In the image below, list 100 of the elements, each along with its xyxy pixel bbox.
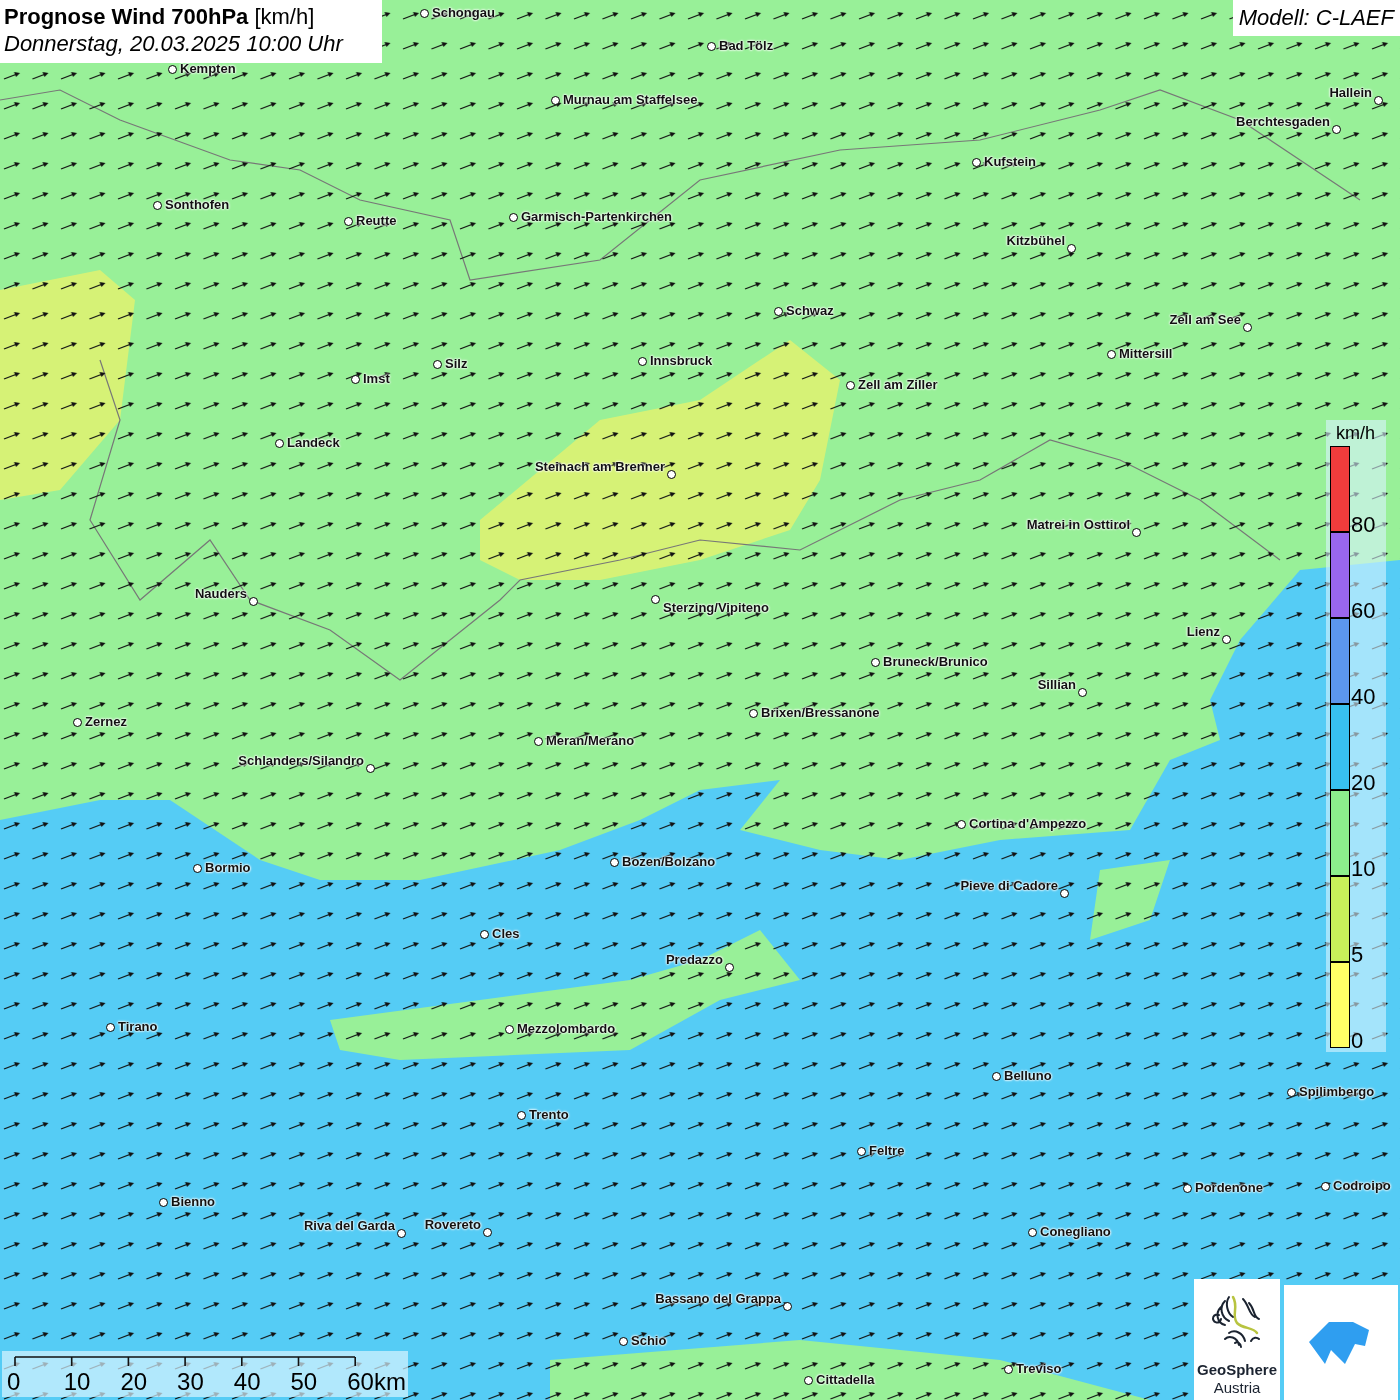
city-marker-icon <box>1003 1364 1013 1374</box>
city-label: Zell am Ziller <box>858 378 938 391</box>
city-marker-icon <box>609 857 619 867</box>
city-label: Nauders <box>194 587 247 600</box>
unit-label: [km/h] <box>253 4 315 29</box>
city-label: Treviso <box>1016 1362 1062 1375</box>
city-marker-icon <box>773 306 783 316</box>
city-marker-icon <box>419 8 429 18</box>
city-label: Kufstein <box>984 155 1036 168</box>
city-marker-icon <box>870 657 880 667</box>
city-label: Schio <box>631 1334 667 1347</box>
city-label: Reutte <box>356 214 397 227</box>
city-label: Bormio <box>205 861 251 874</box>
city-marker-icon <box>192 863 202 873</box>
city-marker-icon <box>1182 1183 1192 1193</box>
city-label: Mezzolombardo <box>517 1022 616 1035</box>
city-marker-icon <box>991 1071 1001 1081</box>
city-label: Zernez <box>85 715 127 728</box>
city-marker-icon <box>274 438 284 448</box>
city-marker-icon <box>72 717 82 727</box>
city-marker-icon <box>105 1022 115 1032</box>
city-label: Schongau <box>432 6 495 19</box>
city-marker-icon <box>432 359 442 369</box>
legend-value: 60 <box>1351 600 1376 622</box>
city-label: Belluno <box>1004 1069 1052 1082</box>
scale-label: 60km <box>347 1370 406 1394</box>
legend-value: 40 <box>1351 686 1376 708</box>
legend-unit: km/h <box>1335 422 1375 445</box>
city-label: Kitzbühel <box>1006 234 1065 247</box>
city-label: Silz <box>445 357 468 370</box>
map-title: Prognose Wind 700hPa <box>4 4 249 29</box>
city-marker-icon <box>637 356 647 366</box>
city-marker-icon <box>482 1227 492 1237</box>
city-marker-icon <box>971 157 981 167</box>
city-label: Sillian <box>1037 678 1076 691</box>
city-label: Predazzo <box>665 953 723 966</box>
city-label: Cles <box>492 927 520 940</box>
legend-value: 10 <box>1351 858 1376 880</box>
city-label: Garmisch-Partenkirchen <box>521 210 672 223</box>
city-label: Schwaz <box>786 304 834 317</box>
city-marker-icon <box>396 1228 406 1238</box>
city-label: Brixen/Bressanone <box>761 706 880 719</box>
city-marker-icon <box>508 212 518 222</box>
city-label: Lienz <box>1186 625 1220 638</box>
city-marker-icon <box>1027 1227 1037 1237</box>
scale-label: 40 <box>233 1370 261 1394</box>
model-label: Modell: C-LAEF <box>1232 0 1400 36</box>
city-marker-icon <box>1242 322 1252 332</box>
logo-name: GeoSphere <box>1197 1361 1277 1379</box>
scale-label: 10 <box>63 1370 91 1394</box>
city-marker-icon <box>343 216 353 226</box>
city-marker-icon <box>158 1197 168 1207</box>
forecast-date: Donnerstag, 20.03.2025 10:00 Uhr <box>4 30 345 58</box>
city-label: Sterzing/Vipiteno <box>663 601 769 614</box>
city-marker-icon <box>167 64 177 74</box>
city-marker-icon <box>550 95 560 105</box>
city-marker-icon <box>666 469 676 479</box>
city-marker-icon <box>845 380 855 390</box>
city-label: Trento <box>529 1108 569 1121</box>
city-label: Cortina d'Ampezzo <box>969 817 1087 830</box>
city-label: Kempten <box>180 62 236 75</box>
scale-label: 50 <box>290 1370 318 1394</box>
city-marker-icon <box>152 200 162 210</box>
city-label: Landeck <box>287 436 340 449</box>
scale-label: 30 <box>177 1370 204 1394</box>
city-marker-icon <box>650 594 660 604</box>
city-label: Mittersill <box>1119 347 1173 360</box>
city-label: Codroipo <box>1333 1179 1391 1192</box>
city-label: Bad Tölz <box>719 39 774 52</box>
city-label: Schlanders/Silandro <box>238 754 364 767</box>
city-label: Cittadella <box>816 1373 875 1386</box>
city-label: Bienno <box>171 1195 216 1208</box>
city-marker-icon <box>803 1375 813 1385</box>
city-label: Steinach am Brenner <box>534 460 665 473</box>
city-marker-icon <box>1077 687 1087 697</box>
city-label: Rovereto <box>424 1218 481 1231</box>
city-marker-icon <box>748 708 758 718</box>
city-label: Imst <box>363 372 390 385</box>
city-label: Spilimbergo <box>1299 1085 1375 1098</box>
city-marker-icon <box>1331 124 1341 134</box>
city-marker-icon <box>1106 349 1116 359</box>
legend-value: 20 <box>1351 772 1376 794</box>
city-marker-icon <box>1066 243 1076 253</box>
city-label: Feltre <box>869 1144 905 1157</box>
scale-label: 20 <box>120 1370 148 1394</box>
city-marker-icon <box>350 374 360 384</box>
city-marker-icon <box>516 1110 526 1120</box>
city-marker-icon <box>504 1024 514 1034</box>
city-marker-icon <box>1373 95 1383 105</box>
legend-value: 0 <box>1351 1030 1364 1052</box>
city-label: Bozen/Bolzano <box>622 855 716 868</box>
city-marker-icon <box>248 596 258 606</box>
city-marker-icon <box>1131 527 1141 537</box>
city-label: Riva del Garda <box>303 1219 395 1232</box>
city-marker-icon <box>533 736 543 746</box>
city-marker-icon <box>1059 888 1069 898</box>
city-label: Bassano del Grappa <box>655 1292 781 1305</box>
legend-value: 80 <box>1351 514 1376 536</box>
city-marker-icon <box>618 1336 628 1346</box>
city-label: Murnau am Staffelsee <box>563 93 698 106</box>
